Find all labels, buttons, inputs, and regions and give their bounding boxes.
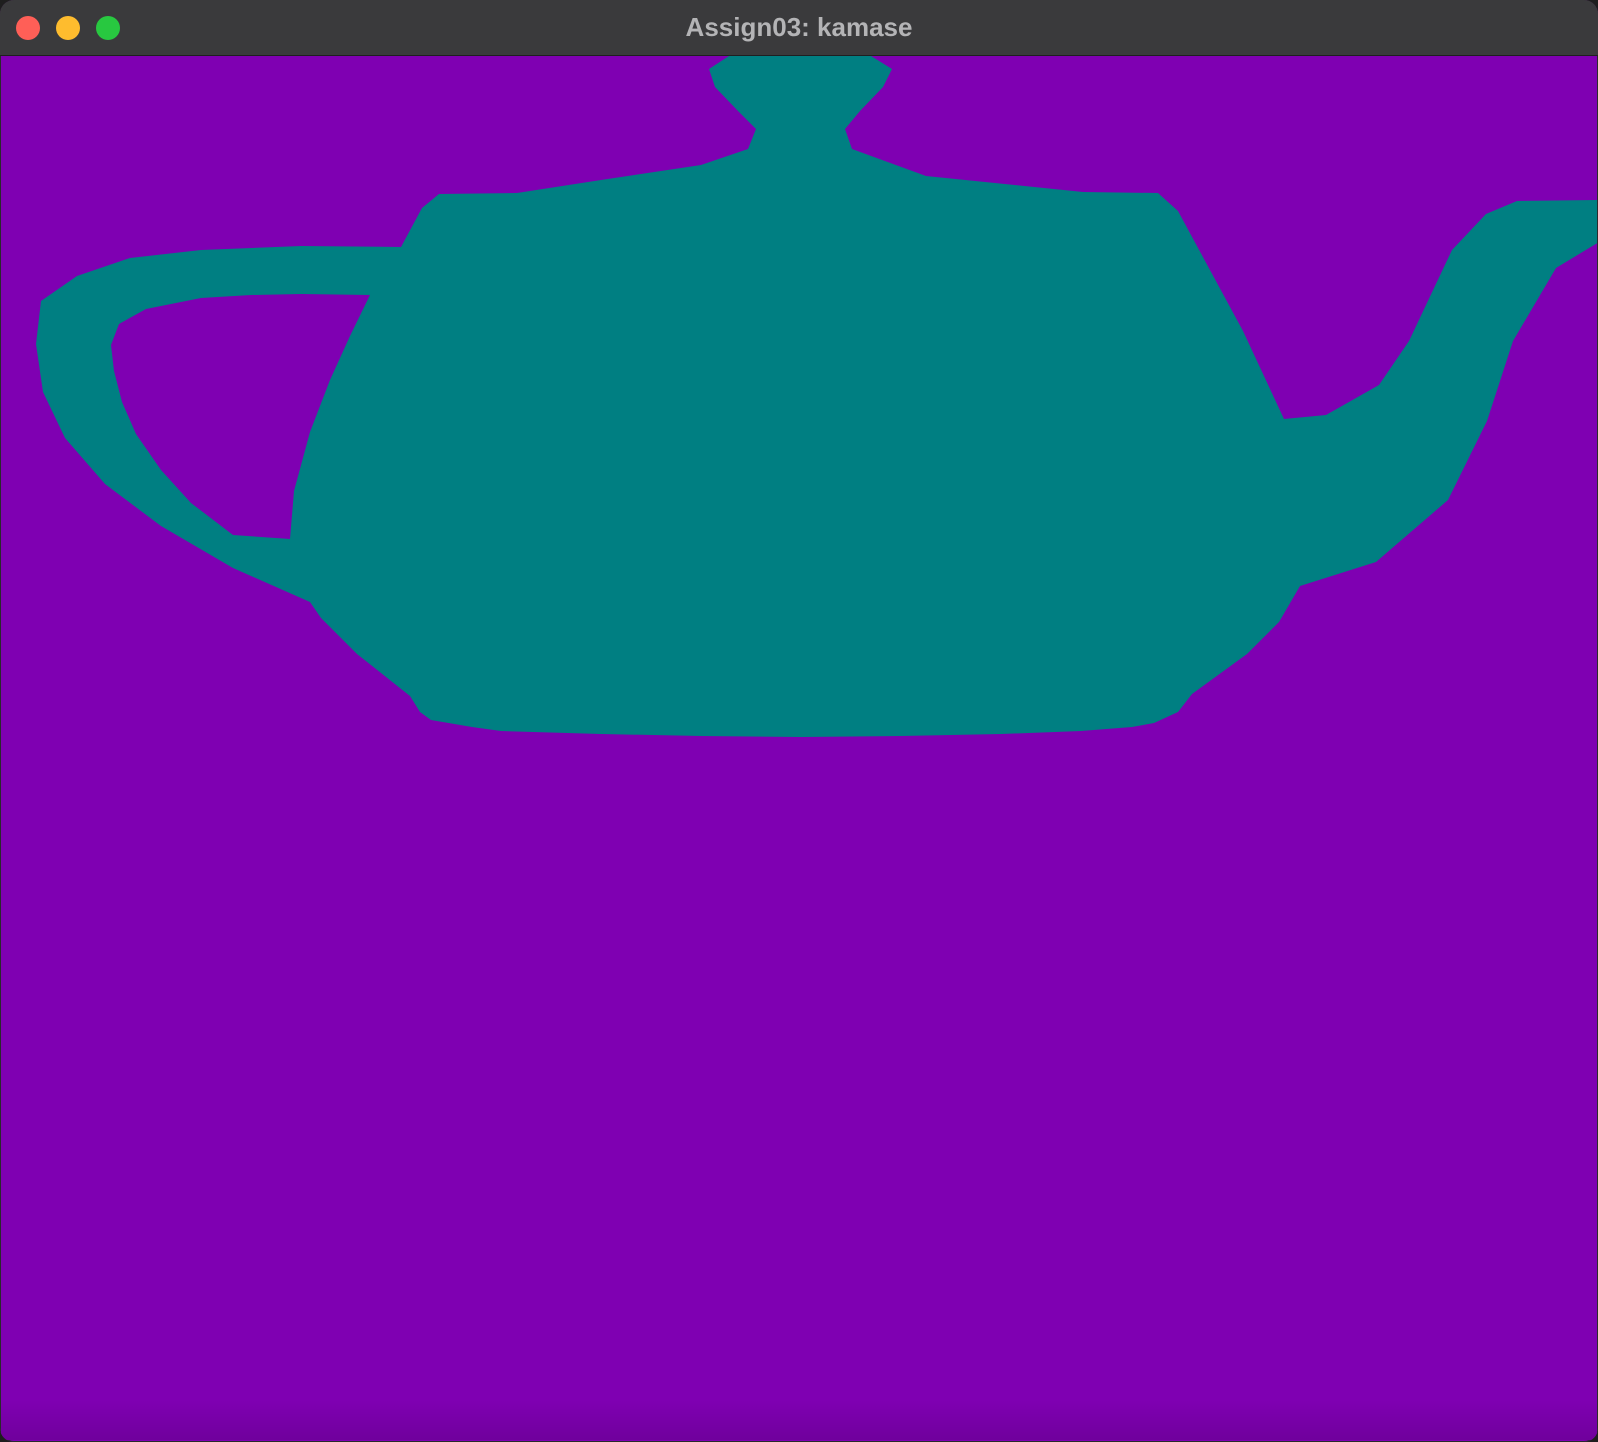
teapot-canvas bbox=[1, 56, 1597, 1440]
title-bar[interactable]: Assign03: kamase bbox=[0, 0, 1598, 56]
render-viewport[interactable] bbox=[1, 56, 1597, 1440]
app-window: Assign03: kamase bbox=[0, 0, 1598, 1442]
window-title: Assign03: kamase bbox=[685, 12, 913, 42]
